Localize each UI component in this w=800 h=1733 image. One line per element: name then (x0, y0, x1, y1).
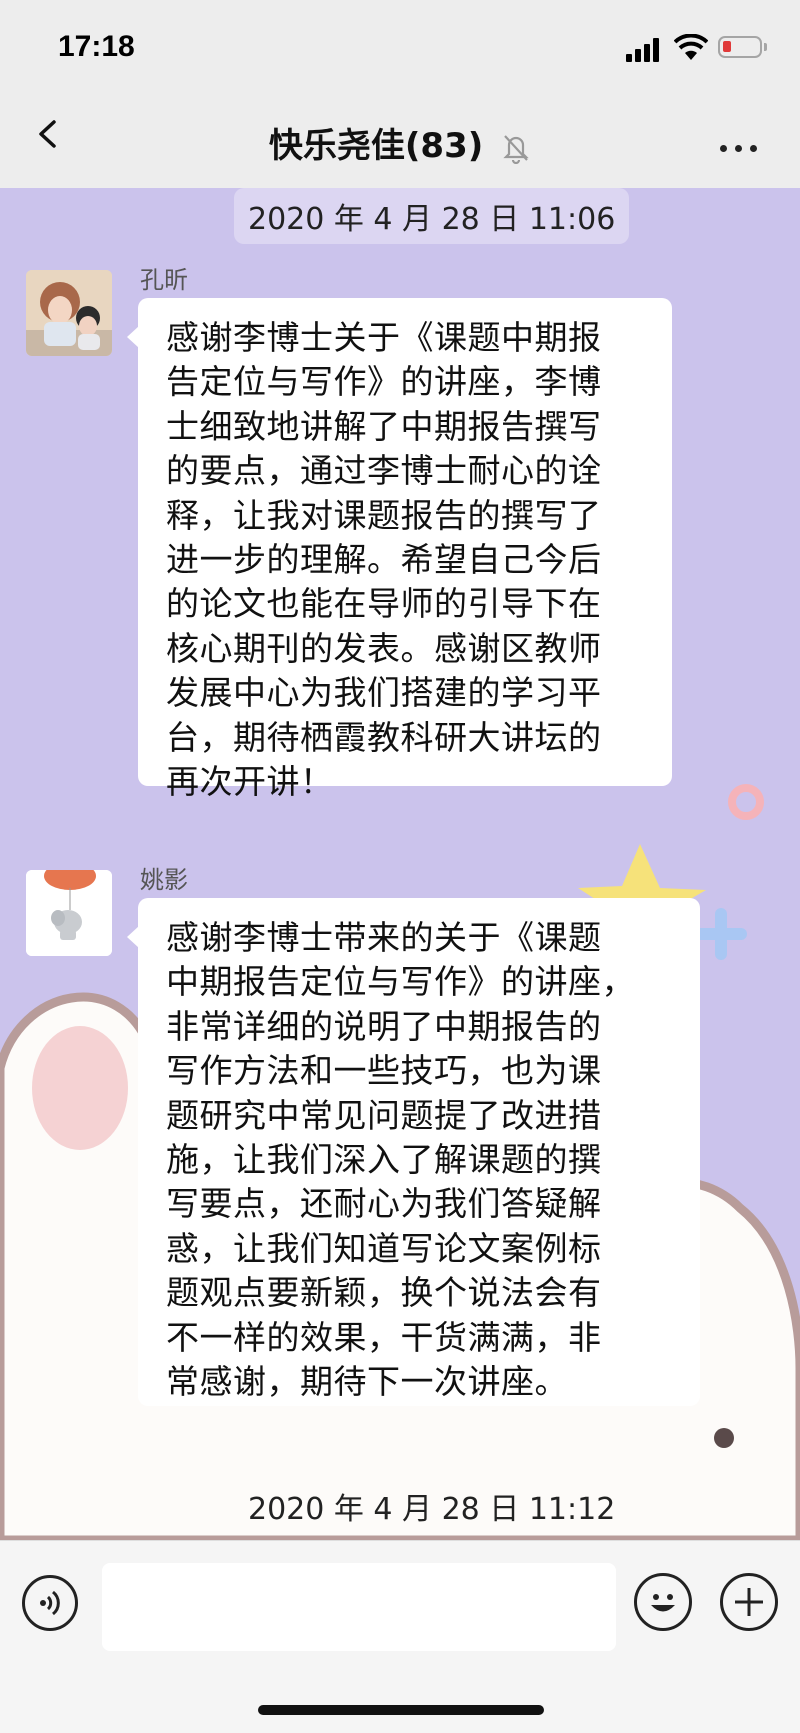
sender-name: 姚影 (140, 866, 188, 894)
message-line: 写要点，还耐心为我们答疑解 (166, 1184, 602, 1224)
chat-title-text: 快乐尧佳(83) (268, 126, 484, 166)
message-line: 告定位与写作》的讲座，李博 (166, 362, 602, 402)
message-line: 再次开讲！ (166, 762, 334, 802)
message-line: 非常详细的说明了中期报告的 (166, 1006, 602, 1046)
input-bar (0, 1540, 800, 1733)
voice-button[interactable] (22, 1575, 78, 1631)
elephant-balloon-avatar-icon (26, 870, 112, 956)
home-indicator (258, 1705, 544, 1715)
message-bubble[interactable]: 感谢李博士关于《课题中期报 告定位与写作》的讲座，李博 士细致地讲解了中期报告撰… (127, 298, 672, 801)
chat-area[interactable]: 2020 年 4 月 28 日 11:06 孔昕 感谢李博士关于《课题中期报 告… (0, 188, 800, 1540)
message-line: 核心期刊的发表。感谢区教师 (166, 628, 602, 668)
photo-avatar-icon (26, 270, 112, 356)
voice-icon (40, 1590, 60, 1616)
timestamp: 2020 年 4 月 28 日 11:06 (234, 188, 630, 244)
battery-cap (764, 43, 767, 51)
plus-icon (735, 1588, 763, 1616)
message-line: 题观点要新颖，换个说法会有 (166, 1273, 602, 1313)
more-dots-icon[interactable] (720, 137, 765, 156)
timestamp: 2020 年 4 月 28 日 11:12 (248, 1492, 616, 1527)
message-line: 发展中心为我们搭建的学习平 (166, 673, 602, 713)
emoji-button[interactable] (634, 1573, 692, 1631)
message-line: 感谢李博士带来的关于《课题 (166, 918, 602, 957)
battery-icon (718, 36, 762, 58)
message-line: 中期报告定位与写作》的讲座， (166, 962, 635, 1002)
message-line: 释，让我对课题报告的撰写了 (166, 495, 602, 535)
sender-name: 孔昕 (140, 266, 188, 294)
status-time: 17:18 (58, 30, 135, 63)
message-line: 常感谢，期待下一次讲座。 (166, 1362, 568, 1402)
message-line: 台，期待栖霞教科研大讲坛的 (166, 717, 602, 757)
bell-muted-icon (503, 134, 529, 164)
message-line: 题研究中常见问题提了改进措 (166, 1095, 602, 1135)
message-bubble[interactable]: 感谢李博士带来的关于《课题 中期报告定位与写作》的讲座， 非常详细的说明了中期报… (127, 898, 700, 1406)
cellular-signal-icon (626, 36, 664, 62)
top-bar: 17:18 快乐尧佳(83) (0, 0, 800, 188)
message-line: 进一步的理解。希望自己今后 (166, 540, 602, 580)
message-line: 的论文也能在导师的引导下在 (166, 584, 602, 624)
avatar[interactable] (26, 870, 112, 956)
emoji-icon (651, 1594, 675, 1612)
message-line: 感谢李博士关于《课题中期报 (166, 318, 602, 357)
message-line: 的要点，通过李博士耐心的诠 (166, 451, 602, 491)
wifi-icon (674, 34, 708, 60)
plus-button[interactable] (720, 1573, 778, 1631)
message-line: 不一样的效果，干货满满，非 (166, 1317, 602, 1357)
message-line: 士细致地讲解了中期报告撰写 (166, 406, 602, 446)
message-line: 施，让我们深入了解课题的撰 (166, 1140, 602, 1180)
message-input[interactable] (102, 1563, 616, 1651)
message-line: 惑，让我们知道写论文案例标 (166, 1228, 602, 1268)
chat-title: 快乐尧佳(83) (0, 118, 800, 167)
message-line: 写作方法和一些技巧，也为课 (166, 1051, 602, 1091)
avatar[interactable] (26, 270, 112, 356)
